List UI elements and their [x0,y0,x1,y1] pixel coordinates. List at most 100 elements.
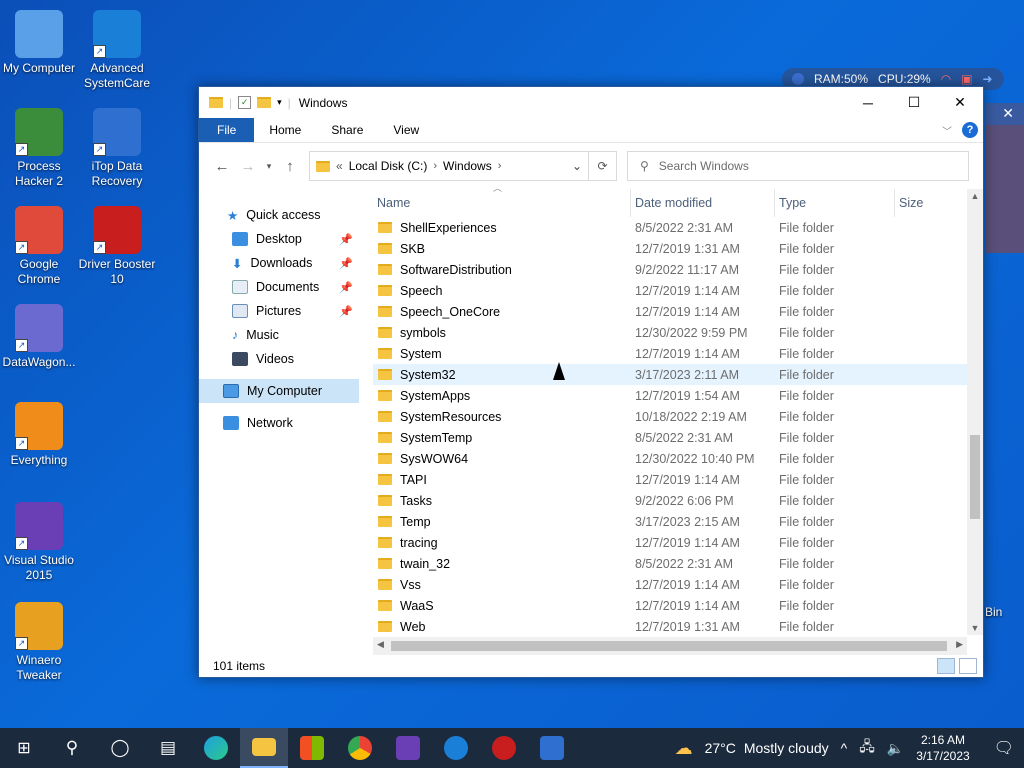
scroll-left-icon[interactable]: ◀ [377,639,384,650]
scroll-thumb[interactable] [970,435,980,519]
maximize-button[interactable]: ☐ [891,88,937,118]
refresh-button[interactable]: ⟳ [589,151,617,181]
taskbar-data-recovery[interactable] [528,728,576,768]
minimize-button[interactable]: ─ [845,88,891,118]
background-window[interactable]: ✕ [985,103,1024,253]
up-button[interactable]: ↑ [277,158,303,175]
search-button[interactable]: ⚲ [48,728,96,768]
back-button[interactable]: ← [209,158,235,175]
nav-my-computer[interactable]: My Computer [199,379,359,403]
pin-icon[interactable]: 📌 [339,257,353,270]
pin-icon[interactable]: 📌 [339,233,353,246]
nav-desktop[interactable]: Desktop 📌 [199,227,359,251]
file-row[interactable]: tracing 12/7/2019 1:14 AM File folder [373,532,983,553]
file-row[interactable]: Temp 3/17/2023 2:15 AM File folder [373,511,983,532]
nav-network[interactable]: Network [199,411,359,435]
pin-icon[interactable]: 📌 [339,281,353,294]
nav-pictures[interactable]: Pictures 📌 [199,299,359,323]
desktop-icon-chrome[interactable]: ↗ Google Chrome [0,206,78,287]
file-row[interactable]: SysWOW64 12/30/2022 10:40 PM File folder [373,448,983,469]
scroll-right-icon[interactable]: ▶ [956,639,963,650]
desktop-icon-systemcare[interactable]: ↗ Advanced SystemCare [78,10,156,91]
customize-toolbar-icon[interactable]: ▾ [277,97,282,108]
nav-quick-access[interactable]: ★ Quick access [199,203,359,227]
chevron-right-icon[interactable]: › [498,160,502,172]
address-overflow[interactable]: « [336,159,343,173]
file-row[interactable]: SoftwareDistribution 9/2/2022 11:17 AM Fil… [373,259,983,280]
address-bar[interactable]: « Local Disk (C:) › Windows › ⌄ [309,151,589,181]
nav-videos[interactable]: Videos [199,347,359,371]
task-view-button[interactable]: ▤ [144,728,192,768]
taskbar-chrome[interactable] [336,728,384,768]
file-row[interactable]: Speech_OneCore 12/7/2019 1:14 AM File fold… [373,301,983,322]
file-row[interactable]: SystemResources 10/18/2022 2:19 AM File fo… [373,406,983,427]
large-icons-view-button[interactable] [959,658,977,674]
recent-locations-button[interactable]: ▾ [261,161,277,172]
tab-file[interactable]: File [199,118,255,142]
pin-icon[interactable]: 📌 [339,305,353,318]
file-row[interactable]: Web 12/7/2019 1:31 AM File folder [373,616,983,637]
file-row[interactable]: Speech 12/7/2019 1:14 AM File folder [373,280,983,301]
column-date-modified[interactable]: Date modified [631,189,775,217]
chevron-right-icon[interactable]: › [433,160,437,172]
breadcrumb-folder[interactable]: Windows [443,159,492,173]
close-button[interactable]: ✕ [937,88,983,118]
desktop-icon-everything[interactable]: ↗ Everything [0,402,78,468]
horizontal-scrollbar[interactable]: ◀ ▶ [373,637,967,655]
tab-home[interactable]: Home [254,118,316,142]
taskbar-edge[interactable] [192,728,240,768]
desktop-icon-data-recovery[interactable]: ↗ iTop Data Recovery [78,108,156,189]
chevron-down-icon[interactable]: ⌄ [566,159,588,173]
details-view-button[interactable] [937,658,955,674]
file-row[interactable]: SystemTemp 8/5/2022 2:31 AM File folder [373,427,983,448]
column-type[interactable]: Type [775,189,895,217]
tab-share[interactable]: Share [316,118,378,142]
file-explorer-window[interactable]: | ✓ ▾ | Windows ─ ☐ ✕ File Home Share Vi… [198,86,984,678]
desktop-icon-datawagon[interactable]: ↗ DataWagon... [0,304,78,370]
file-row[interactable]: Vss 12/7/2019 1:14 AM File folder [373,574,983,595]
nav-downloads[interactable]: ⬇ Downloads 📌 [199,251,359,275]
nav-music[interactable]: ♪ Music [199,323,359,347]
help-icon[interactable]: ? [962,122,978,138]
scroll-up-icon[interactable]: ▲ [967,191,983,201]
file-row[interactable]: WaaS 12/7/2019 1:14 AM File folder [373,595,983,616]
scroll-down-icon[interactable]: ▼ [967,623,983,633]
file-row[interactable]: SystemApps 12/7/2019 1:54 AM File folder [373,385,983,406]
column-size[interactable]: Size [895,189,965,217]
vertical-scrollbar[interactable]: ▲ ▼ [967,189,983,635]
desktop-icon-computer[interactable]: My Computer [0,10,78,76]
desktop-icon-visual-studio[interactable]: ↗ Visual Studio 2015 [0,502,78,583]
chevron-up-icon[interactable]: ^ [841,740,848,756]
taskbar-visual-studio[interactable] [384,728,432,768]
file-row[interactable]: Tasks 9/2/2022 6:06 PM File folder [373,490,983,511]
search-input[interactable]: Search Windows [659,159,749,173]
file-row[interactable]: twain_32 8/5/2022 2:31 AM File folder [373,553,983,574]
file-row[interactable]: ShellExperiences 8/5/2022 2:31 AM File fol… [373,217,983,238]
taskbar-file-explorer[interactable] [240,728,288,768]
close-icon[interactable]: ✕ [1002,105,1014,122]
desktop-icon-process-hacker[interactable]: ↗ Process Hacker 2 [0,108,78,189]
taskbar-store[interactable] [288,728,336,768]
taskbar-systemcare[interactable] [432,728,480,768]
desktop-icon-winaero[interactable]: ↗ Winaero Tweaker [0,602,78,683]
file-row[interactable]: SKB 12/7/2019 1:31 AM File folder [373,238,983,259]
file-row[interactable]: symbols 12/30/2022 9:59 PM File folder [373,322,983,343]
file-row[interactable]: TAPI 12/7/2019 1:14 AM File folder [373,469,983,490]
title-bar[interactable]: | ✓ ▾ | Windows ─ ☐ ✕ [199,87,983,118]
weather-temp[interactable]: 27°C [705,740,736,756]
properties-icon[interactable]: ✓ [238,96,252,109]
file-row[interactable]: System32 3/17/2023 2:11 AM File folder [373,364,983,385]
file-row[interactable]: System 12/7/2019 1:14 AM File folder [373,343,983,364]
new-folder-icon[interactable] [257,97,272,108]
cortana-button[interactable]: ◯ [96,728,144,768]
network-icon[interactable]: 🖧 [859,736,875,760]
search-box[interactable]: ⚲ Search Windows [627,151,969,181]
scroll-thumb[interactable] [391,641,947,651]
taskbar-driver-booster[interactable] [480,728,528,768]
forward-button[interactable]: → [235,158,261,175]
nav-documents[interactable]: Documents 📌 [199,275,359,299]
volume-icon[interactable]: 🔈 [887,740,904,757]
tab-view[interactable]: View [378,118,434,142]
recycle-bin-label[interactable]: Bin [985,605,1002,619]
weather-desc[interactable]: Mostly cloudy [744,740,829,756]
